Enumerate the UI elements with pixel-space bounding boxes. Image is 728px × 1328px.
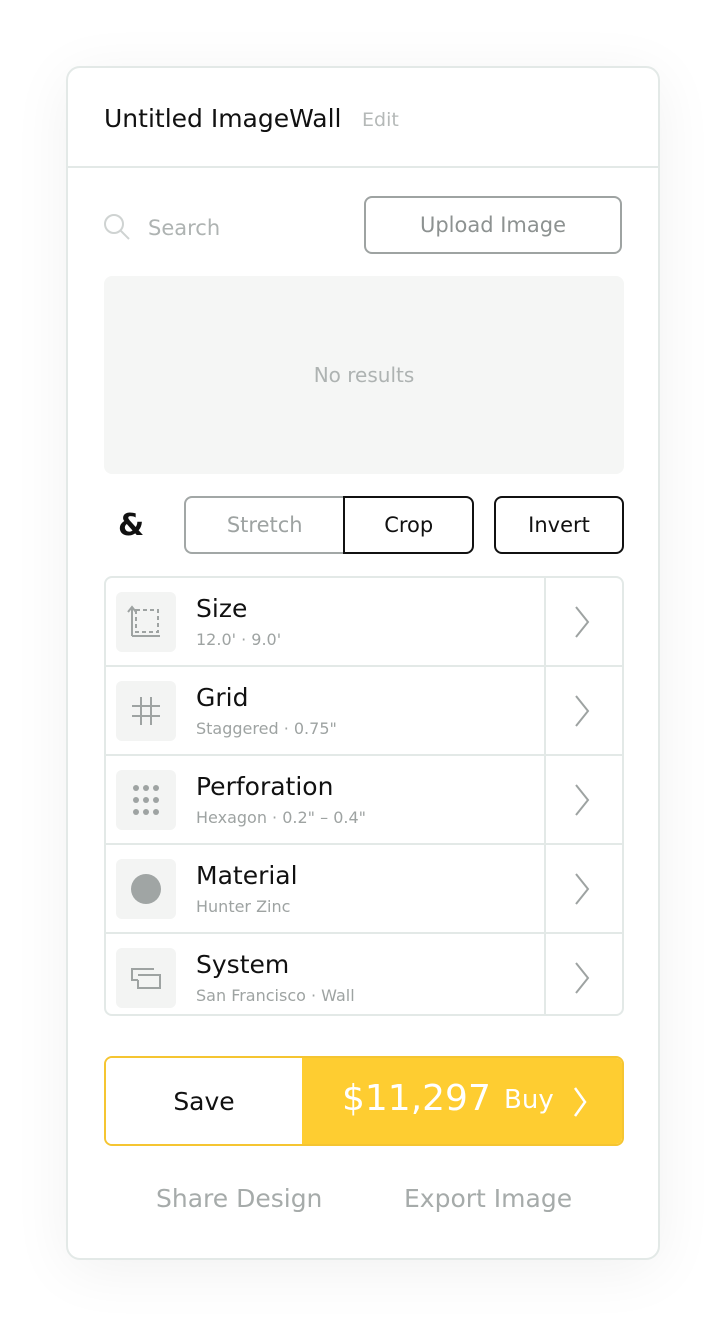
design-panel: Untitled ImageWall Edit Search Upload Im… xyxy=(66,66,660,1260)
size-icon xyxy=(116,592,176,652)
no-results-text: No results xyxy=(313,363,415,387)
material-swatch-icon xyxy=(116,859,176,919)
setting-title: Perforation xyxy=(196,772,334,801)
setting-value: Hexagon · 0.2" – 0.4" xyxy=(196,808,366,827)
chevron-right-icon[interactable] xyxy=(572,604,592,640)
perforation-icon xyxy=(116,770,176,830)
setting-value: Staggered · 0.75" xyxy=(196,719,337,738)
panel-header: Untitled ImageWall Edit xyxy=(68,68,658,168)
grid-icon xyxy=(116,681,176,741)
design-title: Untitled ImageWall xyxy=(104,104,342,133)
chevron-right-icon[interactable] xyxy=(572,960,592,996)
image-results-area: No results xyxy=(104,276,624,474)
upload-image-button[interactable]: Upload Image xyxy=(364,196,622,254)
setting-title: Material xyxy=(196,861,298,890)
setting-title: Size xyxy=(196,594,248,623)
settings-row-system[interactable]: System San Francisco · Wall xyxy=(106,934,622,1014)
chevron-right-icon[interactable] xyxy=(572,693,592,729)
row-divider xyxy=(544,667,546,754)
price-label: $11,297 xyxy=(342,1078,491,1119)
buy-button[interactable]: $11,297 Buy xyxy=(302,1058,622,1144)
crop-button[interactable]: Crop xyxy=(343,496,474,554)
setting-title: System xyxy=(196,950,290,979)
invert-button[interactable]: Invert xyxy=(494,496,624,554)
edit-title-link[interactable]: Edit xyxy=(362,109,399,131)
row-divider xyxy=(544,756,546,843)
fit-mode-toggle: Stretch Crop xyxy=(184,496,474,554)
search-input[interactable]: Search xyxy=(148,216,220,240)
setting-title: Grid xyxy=(196,683,249,712)
ampersand-label: & xyxy=(118,508,145,543)
chevron-right-icon xyxy=(572,1084,588,1120)
chevron-right-icon[interactable] xyxy=(572,871,592,907)
row-divider xyxy=(544,934,546,1014)
setting-value: 12.0' · 9.0' xyxy=(196,630,282,649)
row-divider xyxy=(544,845,546,932)
chevron-right-icon[interactable] xyxy=(572,782,592,818)
settings-row-size[interactable]: Size 12.0' · 9.0' xyxy=(106,578,622,667)
setting-value: Hunter Zinc xyxy=(196,897,291,916)
share-design-link[interactable]: Share Design xyxy=(156,1184,322,1213)
stretch-button[interactable]: Stretch xyxy=(184,496,344,554)
settings-row-grid[interactable]: Grid Staggered · 0.75" xyxy=(106,667,622,756)
settings-row-perforation[interactable]: Perforation Hexagon · 0.2" – 0.4" xyxy=(106,756,622,845)
settings-list: Size 12.0' · 9.0' Grid Staggered · 0.75" xyxy=(104,576,624,1016)
buy-label: Buy xyxy=(504,1085,554,1115)
settings-row-material[interactable]: Material Hunter Zinc xyxy=(106,845,622,934)
save-buy-bar: Save $11,297 Buy xyxy=(104,1056,624,1146)
system-icon xyxy=(116,948,176,1008)
setting-value: San Francisco · Wall xyxy=(196,986,355,1005)
search-field[interactable]: Search xyxy=(102,210,362,248)
save-button[interactable]: Save xyxy=(106,1058,302,1144)
search-icon xyxy=(102,212,132,242)
row-divider xyxy=(544,578,546,665)
export-image-link[interactable]: Export Image xyxy=(404,1184,572,1213)
